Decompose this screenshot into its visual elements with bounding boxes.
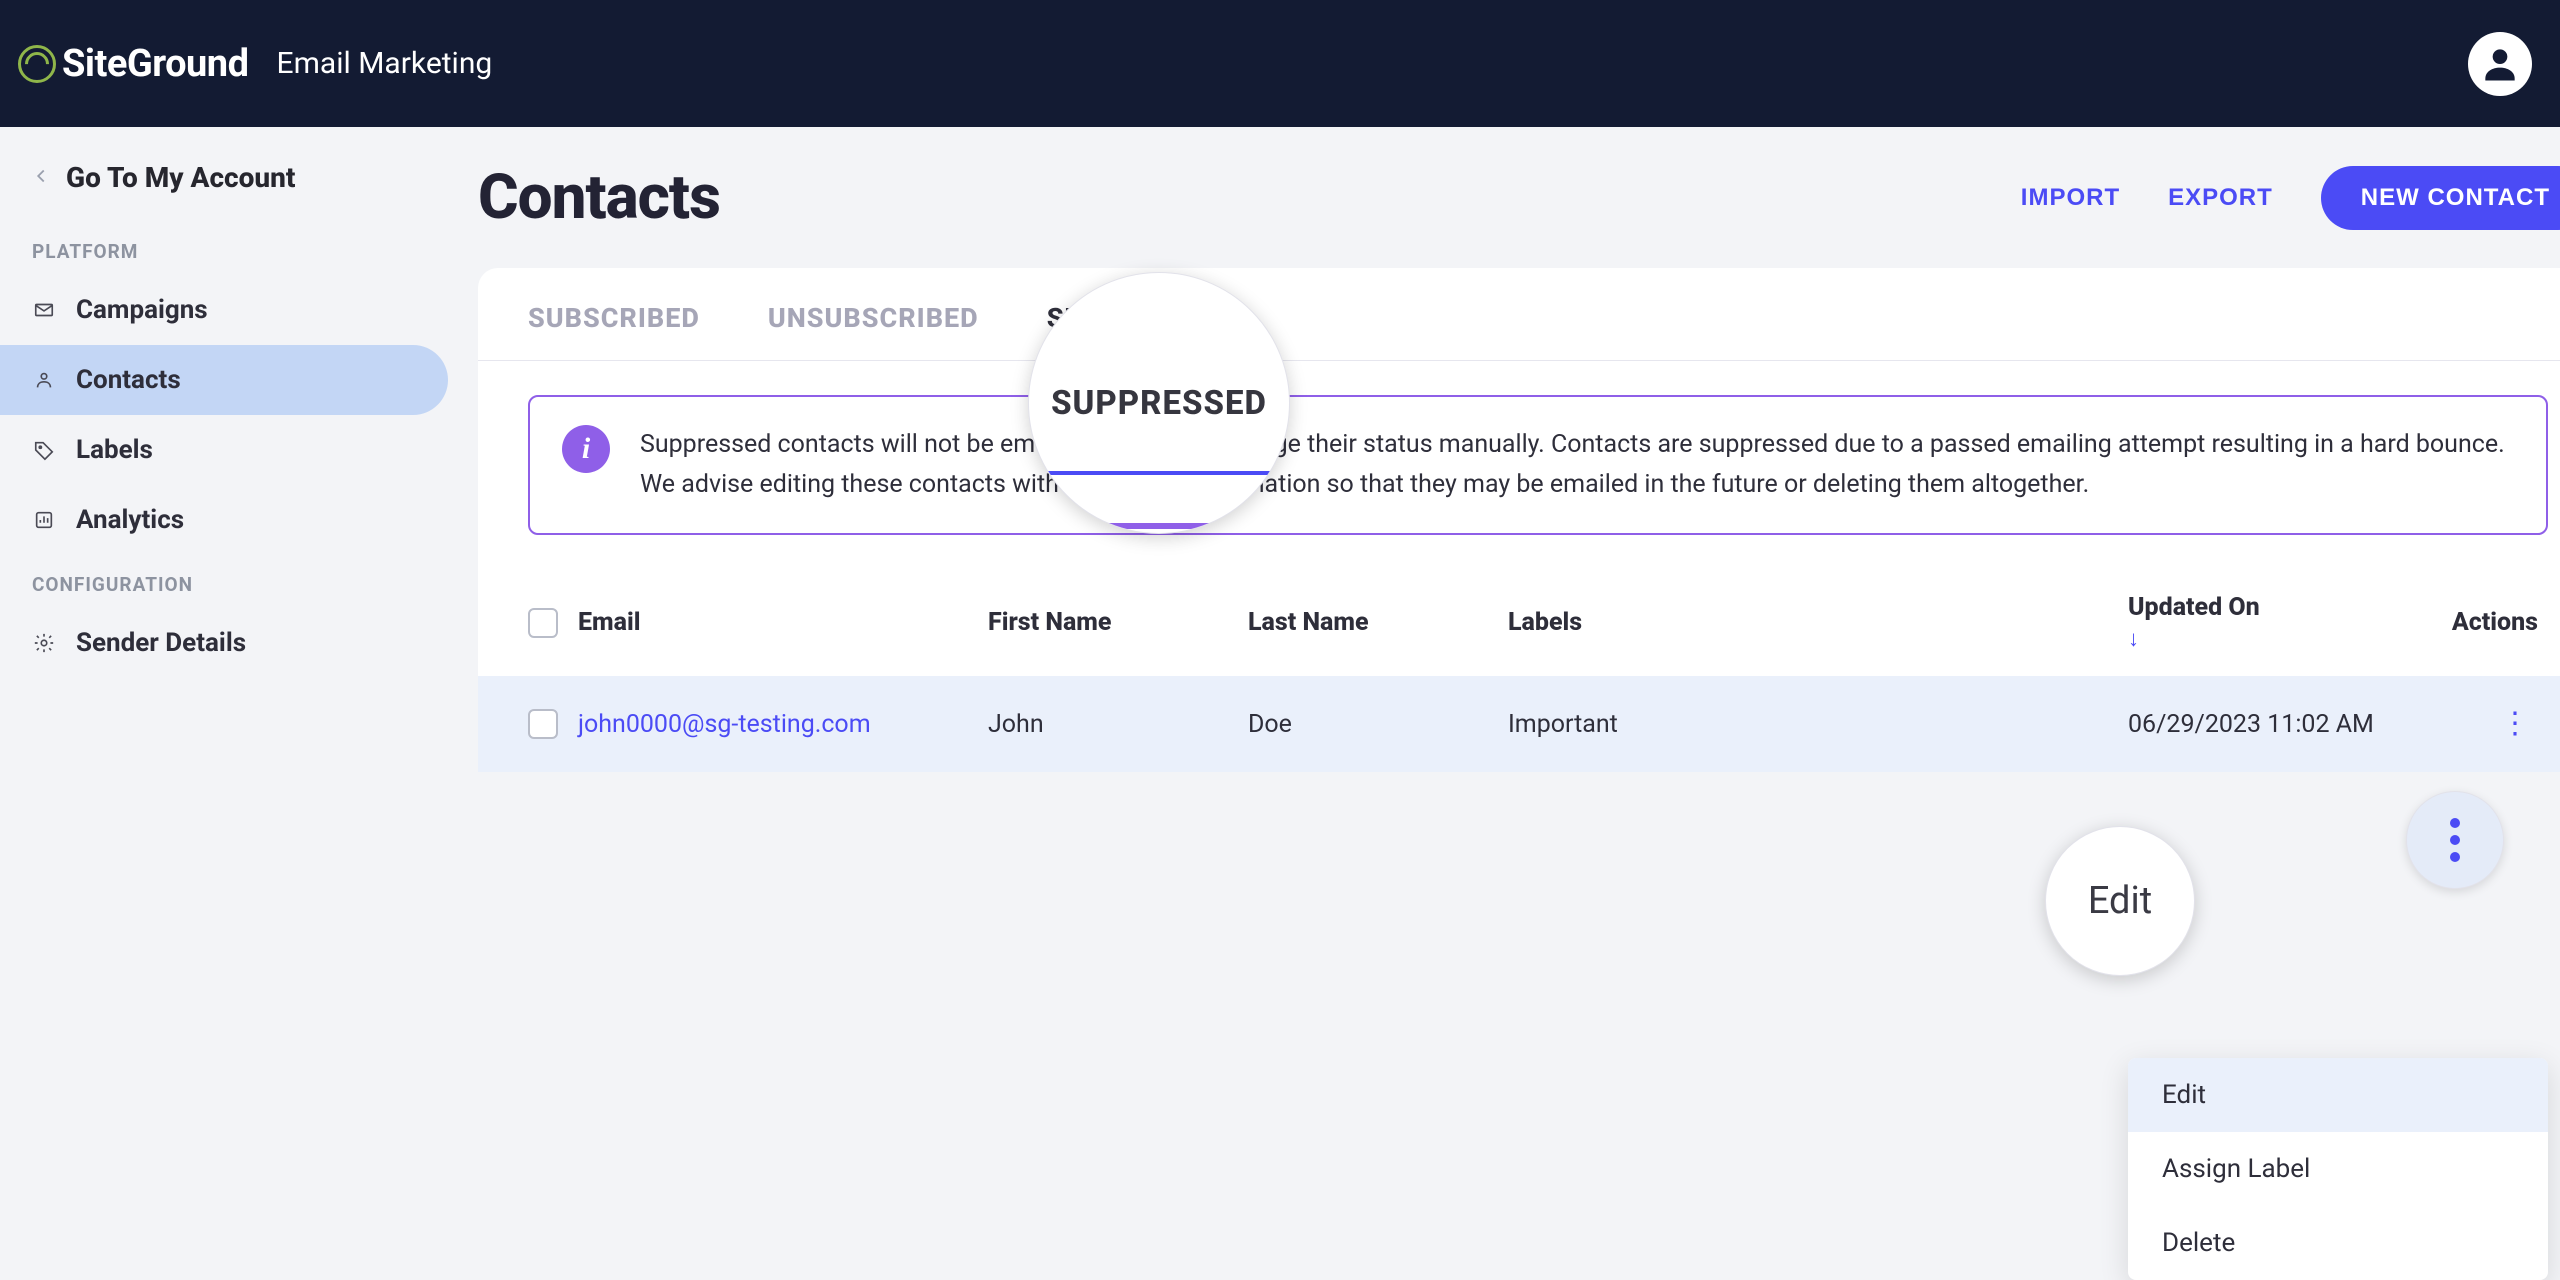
section-title-platform: PLATFORM (0, 222, 478, 275)
col-updated-on[interactable]: Updated On ↓ (2128, 593, 2388, 652)
tab-unsubscribed[interactable]: UNSUBSCRIBED (768, 302, 979, 360)
user-icon (2478, 42, 2522, 86)
col-email[interactable]: Email (578, 608, 988, 637)
cell-last-name: Doe (1248, 710, 1508, 739)
tab-subscribed[interactable]: SUBSCRIBED (528, 302, 700, 360)
person-icon (32, 368, 56, 392)
cell-first-name: John (988, 710, 1248, 739)
magnifier-suppressed: SUPPRESSED (1028, 272, 1290, 534)
import-button[interactable]: IMPORT (2021, 184, 2120, 212)
dropdown-delete[interactable]: Delete (2128, 1206, 2548, 1280)
content-area: Contacts IMPORT EXPORT NEW CONTACT SUBSC… (478, 127, 2560, 1182)
col-actions: Actions (2388, 608, 2548, 637)
sidebar-item-contacts[interactable]: Contacts (0, 345, 448, 415)
profile-avatar-button[interactable] (2468, 32, 2532, 96)
sidebar-item-label: Labels (76, 435, 153, 465)
magnifier-underline (1045, 471, 1273, 475)
sidebar-item-labels[interactable]: Labels (0, 415, 478, 485)
contacts-card: SUBSCRIBED UNSUBSCRIBED SUPPRESSED i Sup… (478, 268, 2560, 772)
table-row: john0000@sg-testing.com John Doe Importa… (478, 676, 2560, 772)
row-actions-button[interactable]: ⋮ (2490, 700, 2538, 748)
tabs: SUBSCRIBED UNSUBSCRIBED SUPPRESSED (478, 268, 2560, 361)
sidebar-item-label: Sender Details (76, 628, 246, 658)
info-icon: i (562, 425, 610, 473)
back-link-label: Go To My Account (66, 161, 295, 194)
brand-name: SiteGround (62, 42, 249, 86)
product-label: Email Marketing (277, 46, 493, 81)
cell-email[interactable]: john0000@sg-testing.com (578, 710, 988, 739)
sidebar-item-sender-details[interactable]: Sender Details (0, 608, 478, 678)
sort-descending-icon: ↓ (2128, 626, 2388, 652)
dropdown-assign-label[interactable]: Assign Label (2128, 1132, 2548, 1206)
magnifier-border-segment (1087, 523, 1231, 529)
kebab-dots-icon (2450, 818, 2460, 862)
dropdown-edit[interactable]: Edit (2128, 1058, 2548, 1132)
brand-wrap: SiteGround Email Marketing (18, 42, 492, 86)
col-updated-on-label: Updated On (2128, 593, 2260, 622)
arrow-left-icon (30, 165, 52, 191)
col-first-name[interactable]: First Name (988, 608, 1248, 637)
sidebar-item-campaigns[interactable]: Campaigns (0, 275, 478, 345)
info-banner-text: Suppressed contacts will not be emailed … (640, 425, 2514, 505)
sidebar-item-label: Contacts (76, 365, 181, 395)
col-labels[interactable]: Labels (1508, 608, 2128, 637)
tag-icon (32, 438, 56, 462)
cell-updated-on: 06/29/2023 11:02 AM (2128, 710, 2388, 739)
gear-icon (32, 631, 56, 655)
sidebar-item-label: Analytics (76, 505, 184, 535)
col-last-name[interactable]: Last Name (1248, 608, 1508, 637)
head-actions: IMPORT EXPORT NEW CONTACT (2021, 166, 2560, 230)
section-title-configuration: CONFIGURATION (0, 555, 478, 608)
back-to-account-link[interactable]: Go To My Account (0, 151, 478, 222)
chart-icon (32, 508, 56, 532)
page-head: Contacts IMPORT EXPORT NEW CONTACT (478, 157, 2560, 260)
select-all-checkbox[interactable] (528, 608, 558, 638)
topbar: SiteGround Email Marketing (0, 0, 2560, 127)
brand-logo[interactable]: SiteGround (18, 42, 249, 86)
sidebar: Go To My Account PLATFORM Campaigns Cont… (0, 127, 478, 1182)
magnifier-edit-text: Edit (2088, 879, 2152, 923)
info-banner: i Suppressed contacts will not be emaile… (528, 395, 2548, 535)
cell-labels: Important (1508, 710, 2128, 739)
magnifier-kebab (2406, 791, 2504, 889)
magnifier-edit: Edit (2045, 826, 2195, 976)
page-title: Contacts (478, 161, 720, 234)
row-actions-dropdown: Edit Assign Label Delete (2128, 1058, 2548, 1280)
sidebar-item-analytics[interactable]: Analytics (0, 485, 478, 555)
row-checkbox[interactable] (528, 709, 558, 739)
table-header-row: Email First Name Last Name Labels Update… (478, 569, 2560, 676)
sidebar-item-label: Campaigns (76, 295, 208, 325)
logo-swirl-icon (18, 45, 56, 83)
export-button[interactable]: EXPORT (2168, 184, 2273, 212)
magnifier-suppressed-text: SUPPRESSED (1051, 384, 1267, 423)
new-contact-button[interactable]: NEW CONTACT (2321, 166, 2560, 230)
envelope-icon (32, 298, 56, 322)
